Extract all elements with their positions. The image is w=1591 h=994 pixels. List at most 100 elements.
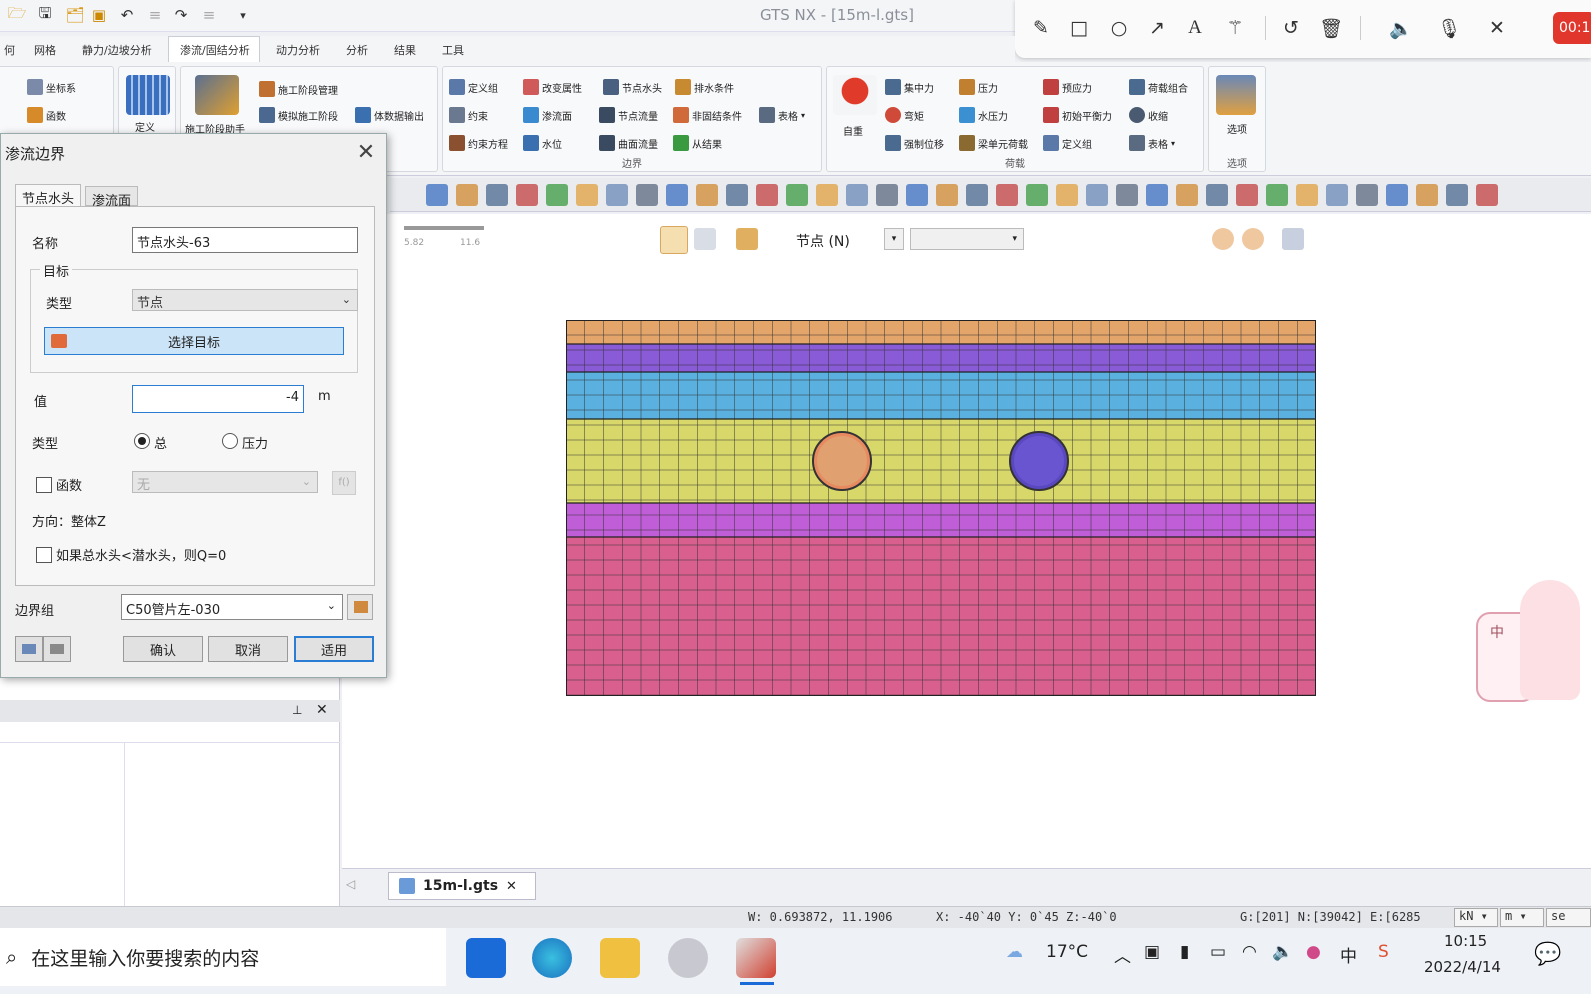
pick-icon[interactable] — [1212, 228, 1234, 250]
mesh-model[interactable] — [566, 320, 1316, 696]
toolbar-button[interactable] — [426, 184, 448, 206]
node-head-button[interactable]: 节点水头 — [603, 79, 662, 95]
select-pointer-icon[interactable] — [694, 228, 716, 250]
time-unit-select[interactable]: se — [1546, 908, 1591, 927]
toolbar-button[interactable] — [606, 184, 628, 206]
undo-list-icon[interactable]: ≡ — [144, 5, 166, 25]
toolbar-button[interactable] — [1296, 184, 1318, 206]
select-filter-dropdown[interactable]: ▾ — [910, 228, 1024, 250]
total-head-radio[interactable] — [134, 433, 150, 449]
select-type-dropdown[interactable]: ▾ — [884, 228, 904, 250]
from-result-button[interactable]: 从结果 — [673, 135, 722, 151]
boundary-group-select[interactable]: C50管片左-030 ⌄ — [121, 594, 343, 620]
apply-button[interactable]: 适用 — [294, 636, 374, 662]
close-tab-icon[interactable]: ✕ — [506, 879, 517, 894]
toolbar-button[interactable] — [1446, 184, 1468, 206]
toolbar-button[interactable] — [1476, 184, 1498, 206]
prestress-button[interactable]: 预应力 — [1043, 79, 1092, 95]
notification-icon[interactable]: 💬 — [1534, 942, 1561, 967]
wifi-icon[interactable]: ◠ — [1242, 942, 1257, 962]
menu-item-geometry[interactable]: 何 — [4, 42, 15, 58]
stage-wizard-icon[interactable] — [195, 75, 239, 115]
undo-icon[interactable]: ↶ — [116, 5, 138, 25]
settings-icon[interactable] — [1282, 228, 1304, 250]
load-combination-button[interactable]: 荷载组合 — [1129, 79, 1188, 95]
lenovo-app-icon[interactable] — [466, 938, 506, 978]
boundary-table-button[interactable]: 表格 ▾ — [759, 107, 805, 123]
select-mode-icon[interactable] — [660, 226, 688, 254]
simulate-stage-button[interactable]: 模拟施工阶段 — [259, 107, 338, 123]
surface-flow-button[interactable]: 曲面流量 — [599, 135, 658, 151]
self-weight-icon[interactable] — [833, 75, 877, 115]
toolbar-button[interactable] — [546, 184, 568, 206]
name-input[interactable]: 节点水头-63 — [132, 227, 358, 253]
text-icon[interactable]: A — [1181, 14, 1209, 42]
open-folder-icon[interactable]: 🗁 — [6, 4, 28, 25]
target-type-select[interactable]: 节点 ⌄ — [132, 289, 358, 311]
menu-item-seepage[interactable]: 渗流/固结分析 — [180, 42, 250, 58]
menu-item-static[interactable]: 静力/边坡分析 — [82, 42, 152, 58]
node-flow-button[interactable]: 节点流量 — [599, 107, 658, 123]
toolbar-button[interactable] — [486, 184, 508, 206]
toolbar-button[interactable] — [1386, 184, 1408, 206]
stage-manage-button[interactable]: 施工阶段管理 — [259, 81, 338, 97]
toolbar-button[interactable] — [1356, 184, 1378, 206]
magic-wand-icon[interactable]: ⚚ — [1221, 14, 1249, 42]
non-consolidation-button[interactable]: 非固结条件 — [673, 107, 742, 123]
function-button[interactable]: 函数 — [27, 107, 66, 123]
cancel-button[interactable]: 取消 — [208, 636, 288, 662]
toolbar-button[interactable] — [696, 184, 718, 206]
toolbar-button[interactable] — [846, 184, 868, 206]
taskbar-search[interactable]: ⌕ 在这里输入你要搜索的内容 — [0, 928, 446, 986]
function-checkbox[interactable] — [36, 477, 52, 493]
coordinate-system-button[interactable]: 坐标系 — [27, 79, 76, 95]
pressure-button[interactable]: 压力 — [959, 79, 998, 95]
arrow-icon[interactable]: ↗ — [1143, 14, 1171, 42]
filter-icon[interactable] — [736, 228, 758, 250]
toolbar-button[interactable] — [576, 184, 598, 206]
boundary-group-manager-icon[interactable] — [347, 594, 373, 620]
pin-icon[interactable]: ⊥ — [292, 703, 302, 717]
seepage-face-button[interactable]: 渗流面 — [523, 107, 572, 123]
select-target-button[interactable]: 选择目标 — [44, 327, 344, 355]
tab-node-head[interactable]: 节点水头 — [15, 184, 82, 207]
toolbar-button[interactable] — [1086, 184, 1108, 206]
forced-displacement-button[interactable]: 强制位移 — [885, 135, 944, 151]
pressure-head-radio[interactable] — [222, 433, 238, 449]
pick-alt-icon[interactable] — [1242, 228, 1264, 250]
toolbar-button[interactable] — [1056, 184, 1078, 206]
moment-button[interactable]: 弯矩 — [885, 107, 924, 123]
load-table-button[interactable]: 表格 ▾ — [1129, 135, 1175, 151]
open-recent-icon[interactable]: 🗂 — [64, 5, 86, 25]
edge-browser-icon[interactable] — [532, 938, 572, 978]
menu-item-mesh[interactable]: 网格 — [34, 42, 56, 58]
define-group-button[interactable]: 定义组 — [449, 79, 498, 95]
tray-expand-icon[interactable]: ︿ — [1114, 942, 1131, 967]
toolbar-button[interactable] — [816, 184, 838, 206]
toolbar-button[interactable] — [1026, 184, 1048, 206]
toolbar-button[interactable] — [1146, 184, 1168, 206]
toolbar-button[interactable] — [966, 184, 988, 206]
menu-item-results[interactable]: 结果 — [394, 42, 416, 58]
toolbar-button[interactable] — [1116, 184, 1138, 206]
point-force-button[interactable]: 集中力 — [885, 79, 934, 95]
length-unit-select[interactable]: m ▾ — [1500, 908, 1544, 927]
clear-icon[interactable] — [43, 636, 71, 662]
value-input[interactable]: -4 — [132, 385, 304, 413]
clock-time[interactable]: 10:15 — [1444, 932, 1487, 950]
file-explorer-icon[interactable] — [600, 938, 640, 978]
document-tab[interactable]: 15m-l.gts ✕ — [388, 872, 536, 900]
close-icon[interactable]: ✕ — [316, 702, 328, 718]
ok-button[interactable]: 确认 — [123, 636, 203, 662]
toolbar-button[interactable] — [1416, 184, 1438, 206]
toolbar-button[interactable] — [786, 184, 808, 206]
constraint-button[interactable]: 约束 — [449, 107, 488, 123]
usb-icon[interactable]: ▮ — [1180, 942, 1189, 962]
scroll-left-icon[interactable]: ◁ — [346, 877, 355, 891]
shrinkage-button[interactable]: 收缩 — [1129, 107, 1168, 123]
gts-nx-taskbar-icon[interactable] — [736, 938, 776, 978]
options-icon[interactable] — [1216, 75, 1256, 115]
volume-output-button[interactable]: 体数据输出 — [355, 107, 424, 123]
preview-icon[interactable] — [15, 636, 43, 662]
function-editor-icon[interactable]: f() — [332, 471, 356, 495]
